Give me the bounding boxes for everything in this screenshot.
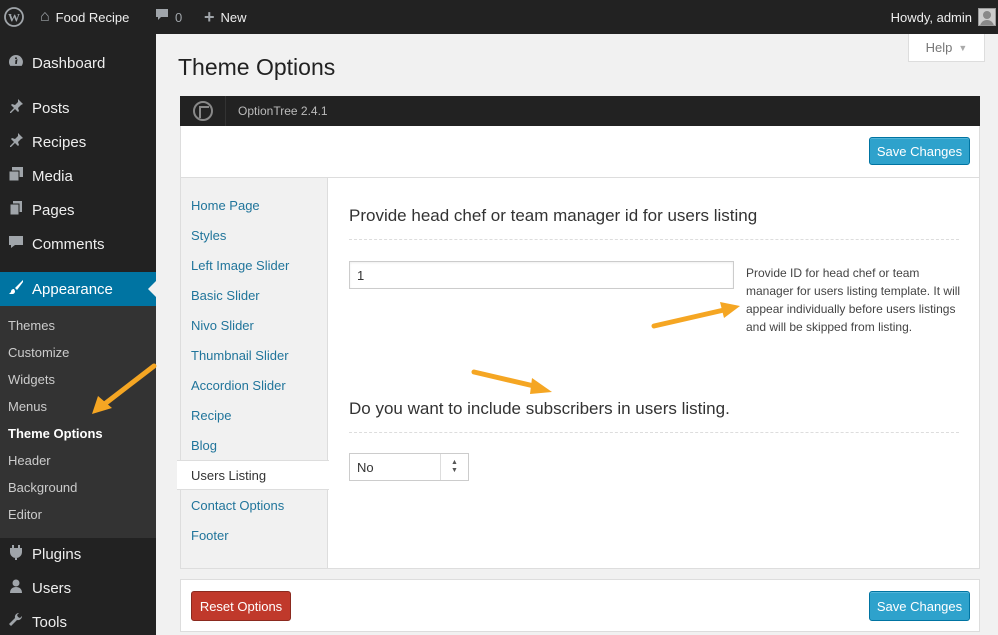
submenu-header[interactable]: Header <box>8 447 51 474</box>
annotation-arrow-icon <box>651 302 740 329</box>
sidebar-item-label: Tools <box>32 613 68 631</box>
appearance-submenu: Themes Customize Widgets Menus Theme Opt… <box>0 306 156 538</box>
submenu-editor[interactable]: Editor <box>8 501 42 528</box>
pin-icon <box>0 98 32 119</box>
caret-down-icon: ▼ <box>958 42 968 53</box>
sidebar-item-label: Media <box>32 167 73 185</box>
tab-thumbnail-slider[interactable]: Thumbnail Slider <box>191 340 289 370</box>
admin-sidebar: Dashboard Posts Recipes Media Pages Comm… <box>0 34 156 635</box>
pin-icon <box>0 132 32 153</box>
reset-options-button[interactable]: Reset Options <box>191 591 291 621</box>
tab-recipe[interactable]: Recipe <box>191 400 231 430</box>
sidebar-item-label: Appearance <box>32 280 113 298</box>
tab-styles[interactable]: Styles <box>191 220 226 250</box>
submenu-customize[interactable]: Customize <box>8 339 69 366</box>
head-chef-id-input[interactable]: 1 <box>349 261 734 289</box>
page-title: Theme Options <box>178 54 336 80</box>
wordpress-logo-icon[interactable]: W <box>4 0 26 34</box>
home-icon: ⌂ <box>40 8 50 25</box>
sidebar-item-media[interactable]: Media <box>0 159 156 193</box>
avatar <box>978 8 996 26</box>
annotation-arrow-icon <box>471 369 552 394</box>
sidebar-item-label: Posts <box>32 99 70 117</box>
submenu-widgets[interactable]: Widgets <box>8 366 55 393</box>
sidebar-item-recipes[interactable]: Recipes <box>0 125 156 159</box>
sidebar-item-label: Dashboard <box>32 54 106 72</box>
tab-nivo-slider[interactable]: Nivo Slider <box>191 310 254 340</box>
head-chef-description: Provide ID for head chef or team manager… <box>746 266 961 334</box>
tab-footer[interactable]: Footer <box>191 520 229 550</box>
new-label: New <box>220 9 247 25</box>
tab-basic-slider[interactable]: Basic Slider <box>191 280 260 310</box>
submenu-theme-options[interactable]: Theme Options <box>8 420 103 447</box>
save-changes-button-top[interactable]: Save Changes <box>869 137 970 165</box>
select-arrows-icon: ▲ ▼ <box>440 454 468 480</box>
sidebar-item-tools[interactable]: Tools <box>0 605 156 635</box>
setting-divider <box>349 432 959 433</box>
brush-icon <box>0 279 32 300</box>
save-changes-button-bottom[interactable]: Save Changes <box>869 591 970 621</box>
tab-left-image-slider[interactable]: Left Image Slider <box>191 250 289 280</box>
current-menu-arrow <box>148 281 156 297</box>
site-name-label: Food Recipe <box>55 9 130 25</box>
sidebar-item-users[interactable]: Users <box>0 571 156 605</box>
media-icon <box>0 166 32 187</box>
comments-count: 0 <box>175 9 183 25</box>
tab-home-page[interactable]: Home Page <box>191 190 260 220</box>
submenu-themes[interactable]: Themes <box>8 312 55 339</box>
sidebar-item-label: Pages <box>32 201 75 219</box>
tab-users-listing[interactable]: Users Listing <box>177 460 329 490</box>
help-label: Help <box>925 40 953 55</box>
user-icon <box>0 578 32 599</box>
comments-link[interactable]: 0 <box>155 0 182 34</box>
wrench-icon <box>0 612 32 633</box>
sidebar-item-label: Recipes <box>32 133 87 151</box>
include-subscribers-select[interactable]: No ▲ ▼ <box>349 453 469 481</box>
help-tab-button[interactable]: Help ▼ <box>908 34 985 62</box>
submenu-background[interactable]: Background <box>8 474 77 501</box>
options-panel: Save Changes Home Page Styles Left Image… <box>177 126 980 569</box>
optiontree-version: OptionTree 2.4.1 <box>238 104 328 118</box>
sidebar-item-posts[interactable]: Posts <box>0 91 156 125</box>
site-name-link[interactable]: ⌂ Food Recipe <box>40 0 129 34</box>
svg-text:W: W <box>8 11 20 25</box>
admin-bar: W ⌂ Food Recipe 0 + New Howdy, admin <box>0 0 998 34</box>
submenu-menus[interactable]: Menus <box>8 393 47 420</box>
new-content-link[interactable]: + New <box>204 0 247 34</box>
optiontree-logo-icon <box>180 96 226 126</box>
annotation-arrow-icon <box>92 363 157 414</box>
head-chef-setting-title: Provide head chef or team manager id for… <box>349 206 758 225</box>
subscribers-setting-title: Do you want to include subscribers in us… <box>349 399 730 418</box>
sidebar-item-label: Comments <box>32 235 105 253</box>
sidebar-item-pages[interactable]: Pages <box>0 193 156 227</box>
sidebar-item-plugins[interactable]: Plugins <box>0 537 156 571</box>
tab-contact-options[interactable]: Contact Options <box>191 490 284 520</box>
optiontree-header: OptionTree 2.4.1 <box>180 96 980 126</box>
dashboard-icon <box>0 53 32 74</box>
sidebar-item-comments[interactable]: Comments <box>0 227 156 261</box>
sidebar-item-appearance[interactable]: Appearance <box>0 272 156 306</box>
pages-icon <box>0 200 32 221</box>
howdy-label: Howdy, admin <box>890 9 972 25</box>
plus-icon: + <box>204 6 215 27</box>
select-value: No <box>357 459 374 475</box>
setting-divider <box>349 239 959 240</box>
tab-accordion-slider[interactable]: Accordion Slider <box>191 370 286 400</box>
sidebar-item-label: Plugins <box>32 545 82 563</box>
plug-icon <box>0 544 32 565</box>
sidebar-item-label: Users <box>32 579 72 597</box>
options-footer: Reset Options Save Changes <box>180 579 980 632</box>
sidebar-item-dashboard[interactable]: Dashboard <box>0 46 156 80</box>
comment-icon <box>0 234 32 255</box>
tab-blog[interactable]: Blog <box>191 430 217 460</box>
comment-icon <box>155 8 169 27</box>
options-tabs: Home Page Styles Left Image Slider Basic… <box>177 178 329 568</box>
account-menu[interactable]: Howdy, admin <box>891 0 996 34</box>
